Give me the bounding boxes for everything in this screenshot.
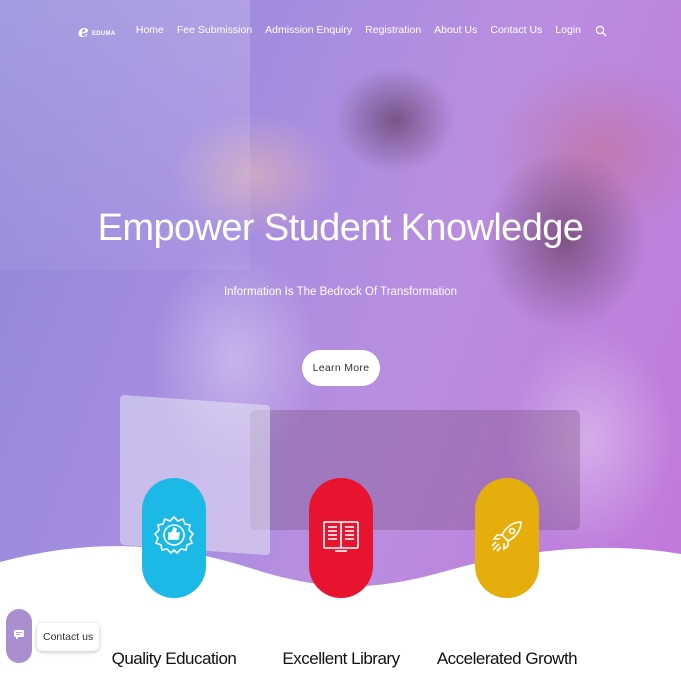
logo-mark: e [78,22,89,42]
nav-item-registration[interactable]: Registration [365,24,421,36]
search-icon[interactable] [595,24,607,37]
book-icon [321,516,361,561]
feature-quality-education-badge [142,478,206,598]
feature-label-accelerated-growth: Accelerated Growth [436,649,578,668]
contact-us-chat-label[interactable]: Contact us [37,623,100,651]
learn-more-button[interactable]: Learn More [302,350,380,386]
nav-item-fee-submission[interactable]: Fee Submission [177,24,252,36]
main-nav: Home Fee Submission Admission Enquiry Re… [123,24,607,37]
chat-widget-button[interactable] [6,609,32,663]
rocket-icon [487,516,527,561]
site-logo[interactable]: e EDUMA [78,22,116,42]
hero-subtitle: Information Is The Bedrock Of Transforma… [223,286,458,298]
nav-item-about-us[interactable]: About Us [434,24,477,36]
nav-item-login[interactable]: Login [555,24,581,36]
chat-icon [13,627,25,645]
feature-label-excellent-library: Excellent Library [282,649,400,668]
feature-excellent-library-badge [309,478,373,598]
logo-text: EDUMA [92,31,116,37]
nav-item-home[interactable]: Home [136,24,164,36]
feature-label-quality-education: Quality Education [111,649,237,668]
nav-item-admission-enquiry[interactable]: Admission Enquiry [265,24,352,36]
nav-item-contact-us[interactable]: Contact Us [490,24,542,36]
award-badge-icon [152,514,196,563]
feature-accelerated-growth-badge [475,478,539,598]
hero-title: Empower Student Knowledge [97,207,584,249]
